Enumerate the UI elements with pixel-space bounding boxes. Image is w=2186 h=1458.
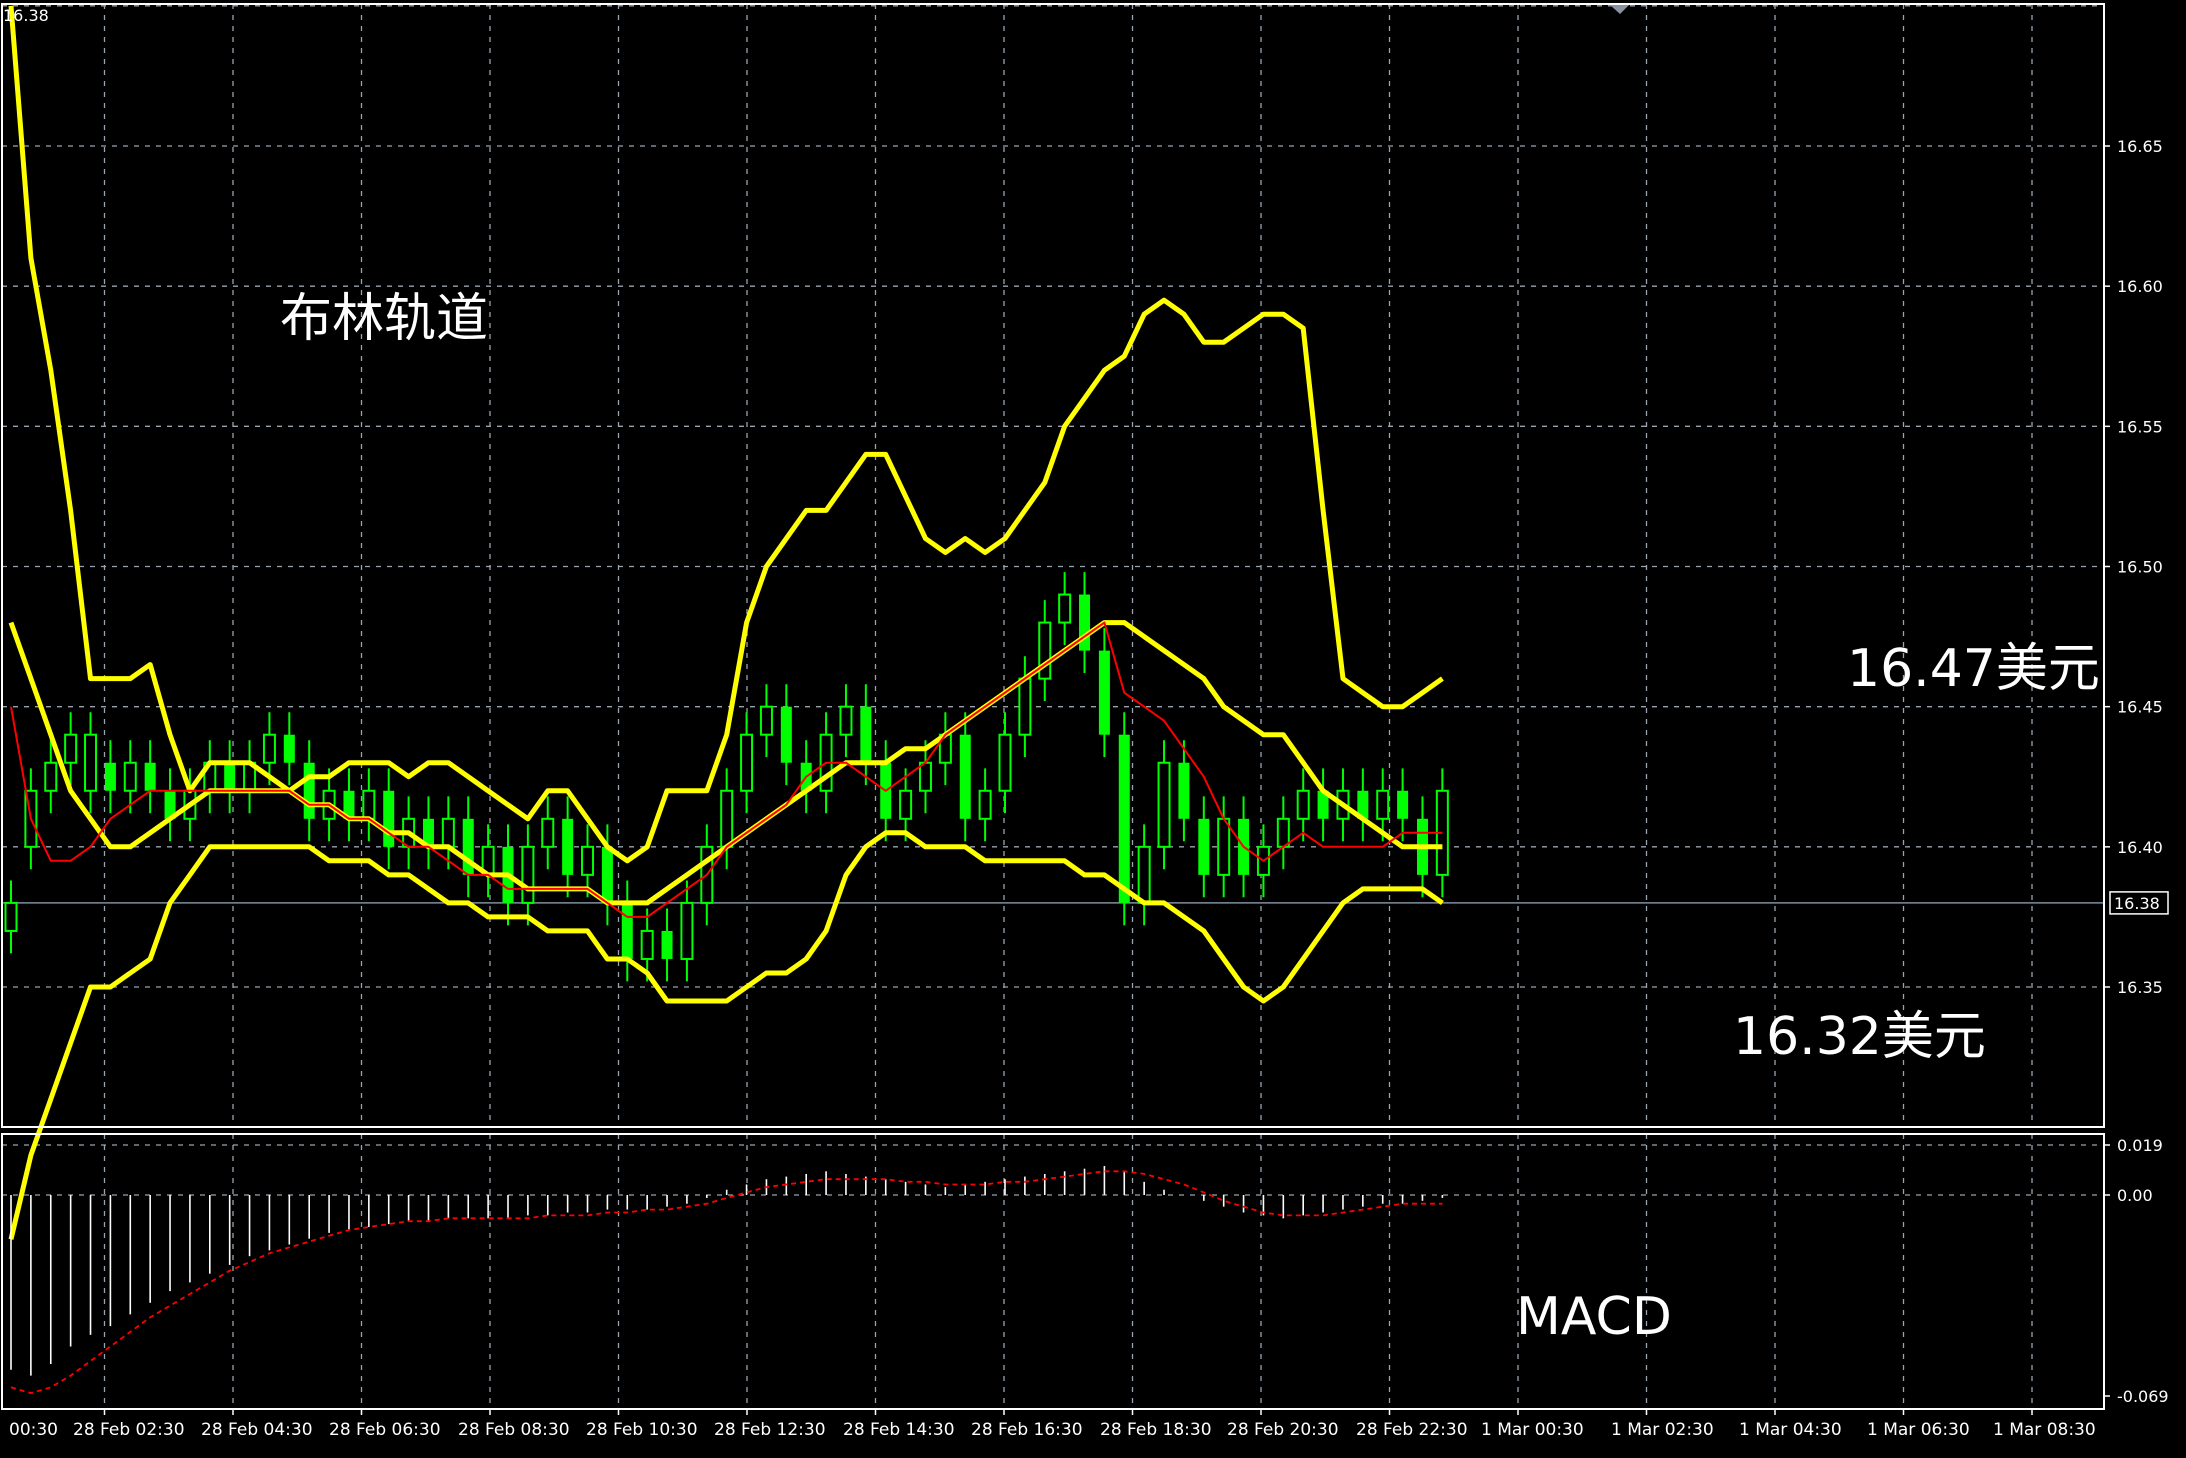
time-tick-label: 28 Feb 22:30 [1356,1420,1468,1440]
time-tick-label: 28 Feb 16:30 [971,1420,1083,1440]
candle-bull [1376,789,1390,820]
time-tick-label: 28 Feb 06:30 [329,1420,441,1440]
time-axis: 00:30 28 Feb 02:30 28 Feb 04:30 28 Feb 06:3… [9,1409,2096,1440]
candle-bull [262,733,276,764]
candle-bull [1157,761,1171,848]
price-chart[interactable]: 16.35 16.40 16.45 16.50 16.55 16.60 16.65 16.38… [0,0,2186,1454]
candlesticks [4,572,1449,982]
candle-bull [918,761,932,792]
candle-bull [998,733,1012,792]
macd-panel-frame [1,1133,2105,1410]
time-tick-label: 1 Mar 02:30 [1611,1420,1714,1440]
candle-bear [1198,818,1210,875]
candle-bull [839,705,853,736]
candle-bear [383,790,395,847]
bollinger-upper-band [8,5,1444,864]
candle-bear [1397,790,1409,819]
upper-price-annotation: 16.47美元 [1847,639,2100,699]
candle-bull [44,761,58,792]
price-tick-label: 16.55 [2117,417,2163,436]
candle-bear [283,734,295,763]
candle-bull [1296,789,1310,820]
candle-bull [581,845,595,876]
candle-bull [759,705,773,736]
candle-bull [362,789,376,820]
price-tick-label: 16.60 [2117,277,2163,296]
candle-bear [780,706,792,763]
time-tick-label: 28 Feb 12:30 [714,1420,826,1440]
candle-bear [959,734,971,819]
macd-histogram [10,1166,1444,1394]
candle-bear [601,846,613,903]
candle-bull [1217,817,1231,876]
candle-bull [1276,817,1290,848]
price-tick-label: 16.35 [2117,978,2163,997]
bollinger-lower-band [8,830,1444,1240]
current-price-label: 16.38 [2114,894,2160,913]
macd-tick-label: 0.019 [2117,1136,2163,1155]
candle-bear [1098,650,1110,735]
candle-bull [1137,845,1151,904]
time-tick-label: 28 Feb 14:30 [843,1420,955,1440]
candle-bull [541,817,555,848]
main-panel-frame [1,3,2105,1128]
time-tick-label: 00:30 [9,1420,58,1440]
candle-bear [621,902,633,959]
candle-bull [1058,593,1072,624]
time-tick-label: 28 Feb 20:30 [1227,1420,1339,1440]
indicator-lines [8,5,1444,1240]
time-tick-label: 28 Feb 08:30 [458,1420,570,1440]
price-tick-label: 16.40 [2117,838,2163,857]
grid-lines [2,4,2104,1409]
candle-bull [84,733,98,792]
bollinger-annotation: 布林轨道 [280,289,488,349]
time-tick-label: 28 Feb 04:30 [201,1420,313,1440]
candle-bull [64,733,78,764]
price-tick-label: 16.45 [2117,698,2163,717]
candle-bull [740,733,754,792]
macd-tick-label: -0.069 [2117,1387,2169,1406]
top-left-price-label: 16.38 [3,6,49,25]
candle-bear [144,762,156,791]
candle-bear [104,762,116,791]
price-tick-label: 16.65 [2117,137,2163,156]
candle-bear [1178,762,1190,819]
time-tick-label: 1 Mar 00:30 [1481,1420,1584,1440]
price-axis: 16.35 16.40 16.45 16.50 16.55 16.60 16.65 16.38… [2104,137,2169,1406]
price-tick-label: 16.50 [2117,558,2163,577]
macd-annotation: MACD [1516,1287,1672,1347]
candle-bull [978,789,992,820]
candle-bear [860,706,872,763]
candle-bear [224,762,236,791]
candle-bull [680,901,694,960]
candle-bull [720,789,734,848]
candle-bull [899,789,913,820]
time-tick-label: 1 Mar 04:30 [1739,1420,1842,1440]
candle-bear [1118,734,1130,903]
time-tick-label: 28 Feb 10:30 [586,1420,698,1440]
candle-bull [521,845,535,904]
time-tick-label: 28 Feb 18:30 [1100,1420,1212,1440]
candle-bull [123,761,137,792]
time-tick-label: 1 Mar 06:30 [1867,1420,1970,1440]
candle-bear [661,930,673,959]
macd-signal-line [10,1170,1443,1394]
shift-marker-icon[interactable] [1610,5,1629,14]
macd-tick-label: 0.00 [2117,1186,2153,1205]
candle-bull [4,901,18,932]
candle-bull [441,817,455,848]
candle-bear [303,762,315,819]
candle-bull [640,929,654,960]
candle-bull [1018,677,1032,736]
lower-price-annotation: 16.32美元 [1733,1007,1986,1067]
time-tick-label: 1 Mar 08:30 [1993,1420,2096,1440]
time-tick-label: 28 Feb 02:30 [73,1420,185,1440]
candle-bear [562,818,574,875]
